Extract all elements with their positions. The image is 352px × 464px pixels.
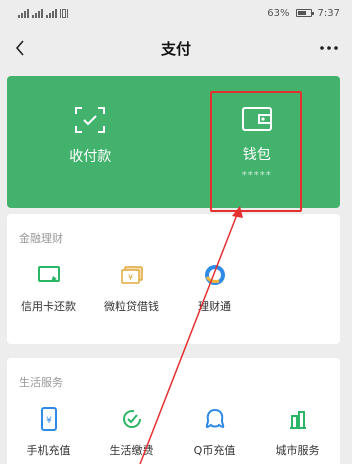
life-services-section: 生活服务 ¥ 手机充值 生活缴费 Q币充值 城市服务 [7,358,340,464]
utilities-icon [122,410,141,428]
credit-card-icon [37,266,60,282]
wallet-icon [241,107,272,131]
qq-coin-icon [205,408,224,429]
qq-coin-topup-button[interactable]: Q币充值 [173,406,256,458]
signal-indicators [18,8,68,18]
qq-coin-topup-label: Q币充值 [193,444,236,457]
svg-text:¥: ¥ [46,416,52,426]
signal-icon [18,8,29,18]
chevron-left-icon [15,40,24,56]
vibrate-icon [60,8,68,18]
signal-icon [46,8,57,18]
phone-topup-label: 手机充值 [26,444,71,457]
back-button[interactable] [8,36,32,60]
city-services-label: 城市服务 [275,444,320,457]
battery-percent: 63% [267,7,290,19]
receive-pay-button[interactable]: 收付款 [7,76,174,208]
city-services-button[interactable]: 城市服务 [256,406,339,458]
wallet-button[interactable]: 钱包 ***** [174,76,341,208]
battery-icon [295,9,314,17]
pay-card: 收付款 钱包 ***** [7,76,340,208]
credit-card-repay-label: 信用卡还款 [21,300,76,313]
city-services-icon [289,411,306,429]
finance-section-title: 金融理财 [19,232,63,245]
wallet-label: 钱包 [242,147,271,163]
utilities-label: 生活缴费 [109,444,154,457]
weilidai-loan-label: 微粒贷借钱 [104,300,159,313]
licaitong-label: 理财通 [198,300,231,313]
life-services-grid: ¥ 手机充值 生活缴费 Q币充值 城市服务 [7,406,340,458]
more-button[interactable] [314,36,344,60]
status-bar: 63% 7:37 [0,0,352,26]
phone-topup-icon: ¥ [40,407,57,431]
licaitong-button[interactable]: 理财通 [173,262,256,314]
scan-code-icon [75,107,106,133]
nav-bar: 支付 [0,26,352,70]
more-dots-icon [320,46,338,50]
clock: 7:37 [317,7,340,19]
svg-text:¥: ¥ [127,273,132,282]
weilidai-loan-button[interactable]: ¥ 微粒贷借钱 [90,262,173,314]
utilities-button[interactable]: 生活缴费 [90,406,173,458]
phone-topup-button[interactable]: ¥ 手机充值 [7,406,90,458]
signal-icon [32,8,43,18]
wallet-balance-masked: ***** [241,170,272,181]
page-title: 支付 [160,39,191,58]
loan-icon: ¥ [120,266,143,284]
finance-grid: 信用卡还款 ¥ 微粒贷借钱 理财通 [7,262,340,314]
life-services-section-title: 生活服务 [19,376,63,389]
receive-pay-label: 收付款 [69,149,112,165]
finance-section: 金融理财 信用卡还款 ¥ 微粒贷借钱 理财通 [7,214,340,344]
status-right: 63% 7:37 [267,8,340,19]
credit-card-repay-button[interactable]: 信用卡还款 [7,262,90,314]
wealth-icon [204,265,225,285]
